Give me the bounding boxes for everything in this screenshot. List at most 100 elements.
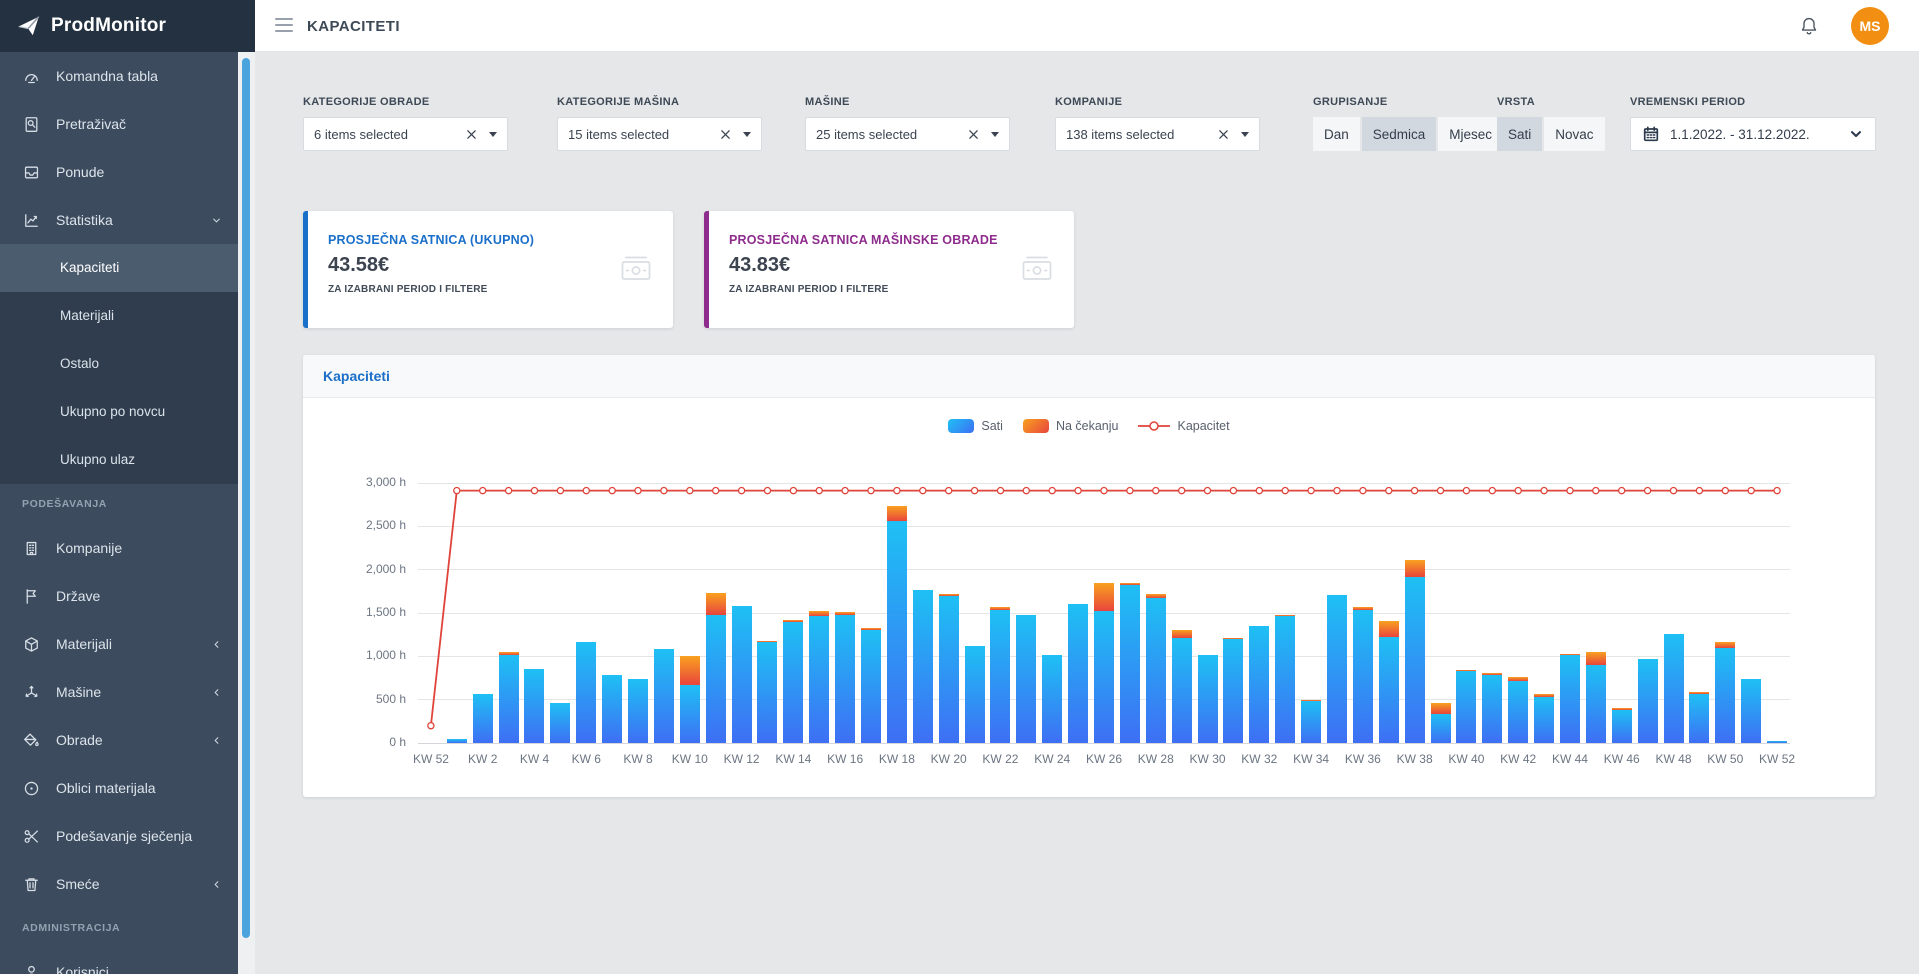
banknote-icon bbox=[1022, 255, 1052, 281]
multiselect-value: 15 items selected bbox=[568, 127, 720, 142]
y-axis-label: 3,000 h bbox=[310, 475, 406, 489]
user-icon bbox=[22, 963, 40, 974]
clear-selection-icon[interactable] bbox=[1218, 129, 1229, 140]
legend-label: Sati bbox=[981, 419, 1003, 433]
legend-item-sati[interactable]: Sati bbox=[948, 419, 1003, 433]
legend-item-na-cekanju[interactable]: Na čekanju bbox=[1023, 419, 1119, 433]
grouping-option-mjesec[interactable]: Mjesec bbox=[1438, 117, 1503, 151]
multiselect-masine[interactable]: 25 items selected bbox=[805, 117, 1010, 151]
sidebar-item-label: Materijali bbox=[56, 636, 112, 652]
multiselect-value: 6 items selected bbox=[314, 127, 466, 142]
stat-card-title: PROSJEČNA SATNICA MAŠINSKE OBRADE bbox=[729, 233, 1050, 247]
stat-card-value: 43.58€ bbox=[328, 254, 649, 277]
logo-text: ProdMonitor bbox=[51, 15, 166, 37]
banknote-icon bbox=[621, 255, 651, 281]
legend-line-swatch bbox=[1138, 419, 1170, 433]
sidebar-scrollbar-thumb[interactable] bbox=[242, 58, 250, 938]
multiselect-kategorije-obrade[interactable]: 6 items selected bbox=[303, 117, 508, 151]
legend-item-kapacitet[interactable]: Kapacitet bbox=[1138, 419, 1229, 433]
filter-label: KATEGORIJE OBRADE bbox=[303, 96, 508, 108]
y-axis-label: 0 h bbox=[310, 735, 406, 749]
filter-label: KATEGORIJE MAŠINA bbox=[557, 96, 762, 108]
topbar: KAPACITETI MS bbox=[255, 0, 1919, 52]
filter-label: VREMENSKI PERIOD bbox=[1630, 96, 1876, 108]
chevron-left-icon bbox=[211, 879, 222, 890]
multiselect-kategorije-masina[interactable]: 15 items selected bbox=[557, 117, 762, 151]
app-logo[interactable]: ProdMonitor bbox=[0, 0, 255, 52]
sidebar-item-label: Mašine bbox=[56, 684, 101, 700]
legend-label: Kapacitet bbox=[1177, 419, 1229, 433]
grouping-option-sedmica[interactable]: Sedmica bbox=[1362, 117, 1437, 151]
sidebar-item-pretrazivac[interactable]: Pretraživač bbox=[0, 100, 238, 148]
notifications-bell-icon[interactable] bbox=[1799, 15, 1819, 37]
sidebar-section-header-podesavanja: PODEŠAVANJA bbox=[0, 484, 238, 524]
sidebar-subitem-ukupno-po-novcu[interactable]: Ukupno po novcu bbox=[0, 388, 238, 436]
clear-selection-icon[interactable] bbox=[720, 129, 731, 140]
sidebar-item-ponude[interactable]: Ponude bbox=[0, 148, 238, 196]
sidebar-item-smece[interactable]: Smeće bbox=[0, 860, 238, 908]
sidebar-item-statistika[interactable]: Statistika bbox=[0, 196, 238, 244]
sidebar-item-label: Statistika bbox=[56, 212, 113, 228]
hamburger-menu-icon[interactable] bbox=[275, 18, 293, 36]
sidebar-subitem-kapaciteti[interactable]: Kapaciteti bbox=[0, 244, 238, 292]
sidebar-item-oblici-materijala[interactable]: Oblici materijala bbox=[0, 764, 238, 812]
sidebar-subitem-ostalo[interactable]: Ostalo bbox=[0, 340, 238, 388]
sidebar-item-komandna-tabla[interactable]: Komandna tabla bbox=[0, 52, 238, 100]
sidebar-item-label: Smeće bbox=[56, 876, 100, 892]
sidebar-item-label: Obrade bbox=[56, 732, 103, 748]
date-range-picker[interactable]: 1.1.2022. - 31.12.2022. bbox=[1630, 117, 1876, 151]
filter-label: KOMPANIJE bbox=[1055, 96, 1260, 108]
multiselect-value: 25 items selected bbox=[816, 127, 968, 142]
stat-card-subtitle: ZA IZABRANI PERIOD I FILTERE bbox=[729, 284, 1050, 295]
stat-card-prosjecna-satnica-ukupno: PROSJEČNA SATNICA (UKUPNO) 43.58€ ZA IZA… bbox=[303, 211, 673, 328]
dropdown-caret-icon[interactable] bbox=[489, 132, 497, 137]
stat-card-value: 43.83€ bbox=[729, 254, 1050, 277]
sidebar-item-kompanije[interactable]: Kompanije bbox=[0, 524, 238, 572]
sidebar-item-label: Podešavanje sječenja bbox=[56, 828, 192, 844]
chart-plot-area: 0 h500 h1,000 h1,500 h2,000 h2,500 h3,00… bbox=[418, 483, 1790, 743]
y-axis-label: 2,000 h bbox=[310, 562, 406, 576]
dropdown-caret-icon[interactable] bbox=[1241, 132, 1249, 137]
sidebar-section-header-administracija: ADMINISTRACIJA bbox=[0, 908, 238, 948]
sidebar-item-label: Pretraživač bbox=[56, 116, 126, 132]
clear-selection-icon[interactable] bbox=[968, 129, 979, 140]
x-axis-label: KW 52 bbox=[1747, 752, 1807, 766]
sidebar-subitem-ukupno-ulaz[interactable]: Ukupno ulaz bbox=[0, 436, 238, 484]
chart-card: Kapaciteti SatiNa čekanjuKapacitet 0 h50… bbox=[303, 355, 1875, 797]
filter-group-vrsta: VRSTA SatiNovac bbox=[1497, 96, 1605, 151]
multiselect-kompanije[interactable]: 138 items selected bbox=[1055, 117, 1260, 151]
gauge-icon bbox=[22, 67, 40, 85]
filter-label: VRSTA bbox=[1497, 96, 1605, 108]
sidebar-item-drzave[interactable]: Države bbox=[0, 572, 238, 620]
sidebar-subitem-materijali[interactable]: Materijali bbox=[0, 292, 238, 340]
sidebar-submenu-statistika: KapacitetiMaterijaliOstaloUkupno po novc… bbox=[0, 244, 238, 484]
vrsta-segmented-control: SatiNovac bbox=[1497, 117, 1605, 151]
trash-icon bbox=[22, 875, 40, 893]
y-axis-label: 1,500 h bbox=[310, 605, 406, 619]
stat-card-title: PROSJEČNA SATNICA (UKUPNO) bbox=[328, 233, 649, 247]
dropdown-caret-icon[interactable] bbox=[743, 132, 751, 137]
sidebar-item-podesavanje-sjecenja[interactable]: Podešavanje sječenja bbox=[0, 812, 238, 860]
vrsta-option-novac[interactable]: Novac bbox=[1544, 117, 1604, 151]
sidebar-item-korisnici[interactable]: Korisnici bbox=[0, 948, 238, 974]
chevron-down-icon bbox=[211, 215, 222, 226]
user-avatar[interactable]: MS bbox=[1851, 7, 1889, 45]
sidebar-item-label: Korisnici bbox=[56, 964, 109, 974]
sidebar-item-obrade[interactable]: Obrade bbox=[0, 716, 238, 764]
flag-icon bbox=[22, 587, 40, 605]
filter-group-kompanije: KOMPANIJE 138 items selected bbox=[1055, 96, 1260, 151]
sidebar-item-materijali[interactable]: Materijali bbox=[0, 620, 238, 668]
page-title: KAPACITETI bbox=[307, 18, 400, 35]
multiselect-value: 138 items selected bbox=[1066, 127, 1218, 142]
vrsta-option-sati[interactable]: Sati bbox=[1497, 117, 1542, 151]
sidebar-item-masine[interactable]: Mašine bbox=[0, 668, 238, 716]
date-range-value: 1.1.2022. - 31.12.2022. bbox=[1670, 127, 1838, 142]
y-axis-label: 1,000 h bbox=[310, 648, 406, 662]
sidebar-item-label: Države bbox=[56, 588, 100, 604]
grouping-option-dan[interactable]: Dan bbox=[1313, 117, 1360, 151]
dropdown-caret-icon[interactable] bbox=[991, 132, 999, 137]
y-axis-label: 2,500 h bbox=[310, 518, 406, 532]
sidebar-scrollbar-track[interactable] bbox=[238, 52, 255, 974]
legend-swatch bbox=[948, 419, 974, 433]
clear-selection-icon[interactable] bbox=[466, 129, 477, 140]
